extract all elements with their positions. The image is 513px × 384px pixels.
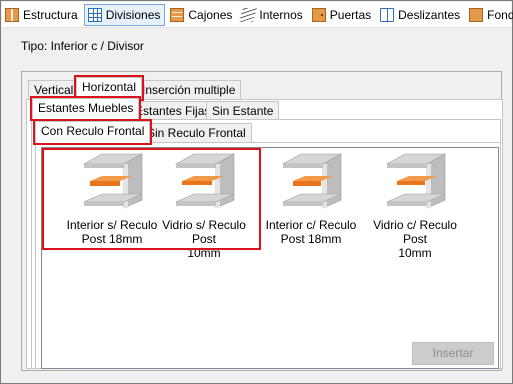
cabinet-icon: [5, 7, 19, 22]
toolbar-internos[interactable]: Internos: [238, 4, 306, 26]
item-label-line1: Vidrio s/ Reculo Post: [162, 218, 246, 246]
toolbar: Estructura Divisiones Cajones Internos P…: [2, 2, 513, 28]
toolbar-label: Puertas: [329, 7, 372, 22]
toolbar-cajones[interactable]: Cajones: [167, 4, 236, 26]
tab-con-reculo-frontal[interactable]: Con Reculo Frontal: [32, 119, 153, 145]
dialog-window: Estructura Divisiones Cajones Internos P…: [0, 0, 513, 384]
toolbar-deslizantes[interactable]: Deslizantes: [377, 4, 464, 26]
toolbar-fondos[interactable]: Fondos: [466, 4, 513, 26]
internals-icon: [239, 7, 258, 22]
toolbar-label: Deslizantes: [398, 7, 461, 22]
shelf-cabinet-icon: [82, 153, 144, 209]
item-label-line2: 10mm: [187, 246, 221, 260]
list-item[interactable]: Vidrio c/ Reculo Post 10mm: [360, 150, 470, 260]
toolbar-puertas[interactable]: Puertas: [309, 4, 375, 26]
item-label-line2: Post 18mm: [280, 232, 342, 246]
tab-insercion-multiple[interactable]: Inserción multiple: [136, 80, 242, 100]
shelf-cabinet-icon: [174, 153, 236, 209]
type-label: Tipo: Inferior c / Divisor: [21, 39, 144, 53]
door-icon: [311, 7, 326, 22]
shelf-cabinet-icon: [281, 153, 343, 209]
back-panel-icon: [469, 7, 484, 22]
tab-estantes-fijas[interactable]: Estantes Fijas: [129, 101, 217, 121]
tab-vertical[interactable]: Vertical: [28, 80, 80, 100]
toolbar-label: Divisiones: [105, 7, 161, 22]
tab-estantes-muebles[interactable]: Estantes Muebles: [29, 96, 142, 121]
sliding-icon: [380, 7, 395, 22]
item-label-line1: Interior c/ Reculo: [265, 218, 357, 232]
shelf-types-list: Interior s/ Reculo Post 18mm Vidrio s/ R…: [41, 147, 499, 369]
toolbar-divisiones[interactable]: Divisiones: [83, 3, 166, 26]
toolbar-label: Estructura: [23, 7, 78, 22]
tab-sin-estante[interactable]: Sin Estante: [206, 101, 280, 121]
drawers-icon: [170, 7, 185, 22]
list-item[interactable]: Interior c/ Reculo Post 18mm: [256, 150, 366, 246]
grid-icon: [87, 7, 102, 22]
insert-button[interactable]: Insertar: [412, 342, 494, 365]
toolbar-label: Internos: [259, 7, 303, 22]
toolbar-estructura[interactable]: Estructura: [2, 4, 82, 26]
toolbar-label: Cajones: [188, 7, 233, 22]
item-label-line2: 10mm: [398, 246, 432, 260]
shelf-cabinet-icon: [385, 153, 447, 209]
tab-horizontal[interactable]: Horizontal: [73, 75, 145, 101]
item-label-line1: Vidrio c/ Reculo Post: [373, 218, 457, 246]
toolbar-label: Fondos: [487, 7, 513, 22]
list-item[interactable]: Vidrio s/ Reculo Post 10mm: [149, 150, 259, 260]
tab-sin-reculo-frontal[interactable]: Sin Reculo Frontal: [141, 123, 252, 143]
